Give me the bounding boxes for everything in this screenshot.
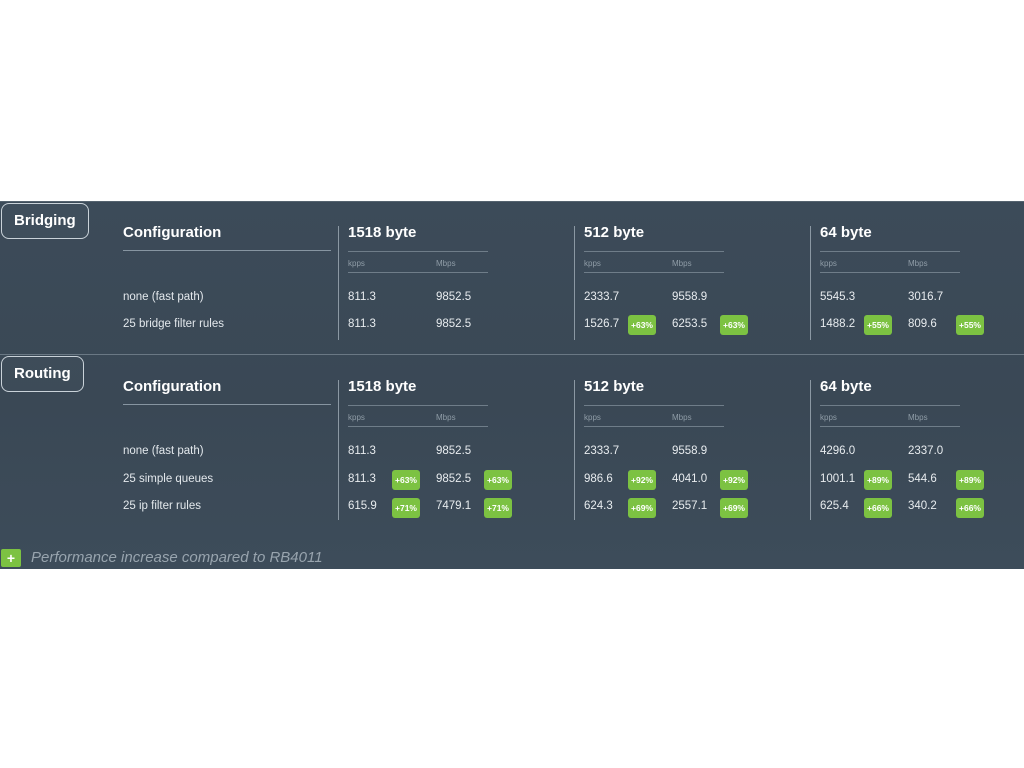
divider [123,404,331,405]
divider [820,272,960,273]
value-cell: 2333.7 [584,445,620,457]
row-label: 25 ip filter rules [123,500,201,512]
column-divider [574,226,575,340]
value-cell: 1526.7 [584,318,620,330]
value-cell: 544.6 [908,473,937,485]
value-cell: 809.6 [908,318,937,330]
increase-badge: +63% [392,470,420,490]
increase-badge: +69% [720,498,748,518]
column-divider [338,380,339,520]
value-cell: 2557.1 [672,500,708,512]
increase-badge: +63% [720,315,748,335]
row-label: none (fast path) [123,445,204,457]
value-cell: 986.6 [584,473,613,485]
value-cell: 811.3 [348,318,376,330]
value-cell: 1488.2 [820,318,856,330]
kpps-label: kpps [348,413,365,422]
column-divider [338,226,339,340]
divider [820,251,960,252]
column-title: 512 byte [584,224,645,241]
kpps-label: kpps [348,259,365,268]
increase-badge: +71% [484,498,512,518]
divider [584,426,724,427]
value-cell: 4296.0 [820,445,856,457]
mbps-label: Mbps [436,413,456,422]
value-cell: 1001.1 [820,473,856,485]
value-cell: 811.3 [348,473,376,485]
value-cell: 9558.9 [672,291,708,303]
bridging-section: Bridging Configuration none (fast path) … [0,202,1024,354]
divider [348,426,488,427]
performance-table-panel: Bridging Configuration none (fast path) … [0,201,1024,569]
divider [584,251,724,252]
value-cell: 9852.5 [436,445,472,457]
value-cell: 9852.5 [436,291,472,303]
legend-text: Performance increase compared to RB4011 [31,549,323,566]
mbps-label: Mbps [908,413,928,422]
column-divider [574,380,575,520]
value-cell: 625.4 [820,500,849,512]
value-cell: 2333.7 [584,291,620,303]
column-title: 64 byte [820,224,872,241]
increase-badge: +71% [392,498,420,518]
kpps-label: kpps [584,413,601,422]
divider [584,272,724,273]
column-divider [810,226,811,340]
increase-badge: +66% [864,498,892,518]
value-cell: 9852.5 [436,318,472,330]
column-title: 64 byte [820,378,872,395]
increase-badge: +55% [864,315,892,335]
column-title: 1518 byte [348,224,417,241]
mbps-label: Mbps [436,259,456,268]
kpps-label: kpps [584,259,601,268]
divider [820,405,960,406]
increase-badge: +55% [956,315,984,335]
column-title: 512 byte [584,378,645,395]
increase-badge: +92% [628,470,656,490]
divider [348,405,488,406]
row-label: none (fast path) [123,291,204,303]
routing-section: Routing Configuration none (fast path) 2… [0,354,1024,545]
increase-badge: +89% [956,470,984,490]
mbps-label: Mbps [672,259,692,268]
increase-badge: +69% [628,498,656,518]
divider [584,405,724,406]
increase-badge: +89% [864,470,892,490]
row-label: 25 bridge filter rules [123,318,224,330]
configuration-header: Configuration [123,378,222,395]
value-cell: 624.3 [584,500,613,512]
value-cell: 811.3 [348,291,376,303]
value-cell: 6253.5 [672,318,708,330]
value-cell: 340.2 [908,500,937,512]
increase-badge: +63% [628,315,656,335]
column-divider [810,380,811,520]
increase-badge: +92% [720,470,748,490]
value-cell: 615.9 [348,500,377,512]
routing-tab[interactable]: Routing [1,356,84,392]
divider [348,251,488,252]
value-cell: 3016.7 [908,291,944,303]
value-cell: 4041.0 [672,473,708,485]
value-cell: 9852.5 [436,473,472,485]
divider [820,426,960,427]
value-cell: 5545.3 [820,291,856,303]
increase-badge: +66% [956,498,984,518]
kpps-label: kpps [820,259,837,268]
increase-badge: +63% [484,470,512,490]
value-cell: 7479.1 [436,500,472,512]
column-title: 1518 byte [348,378,417,395]
value-cell: 2337.0 [908,445,944,457]
value-cell: 9558.9 [672,445,708,457]
row-label: 25 simple queues [123,473,214,485]
kpps-label: kpps [820,413,837,422]
plus-icon: + [1,549,21,567]
bridging-tab[interactable]: Bridging [1,203,89,239]
divider [348,272,488,273]
mbps-label: Mbps [908,259,928,268]
configuration-header: Configuration [123,224,222,241]
mbps-label: Mbps [672,413,692,422]
value-cell: 811.3 [348,445,376,457]
divider [123,250,331,251]
